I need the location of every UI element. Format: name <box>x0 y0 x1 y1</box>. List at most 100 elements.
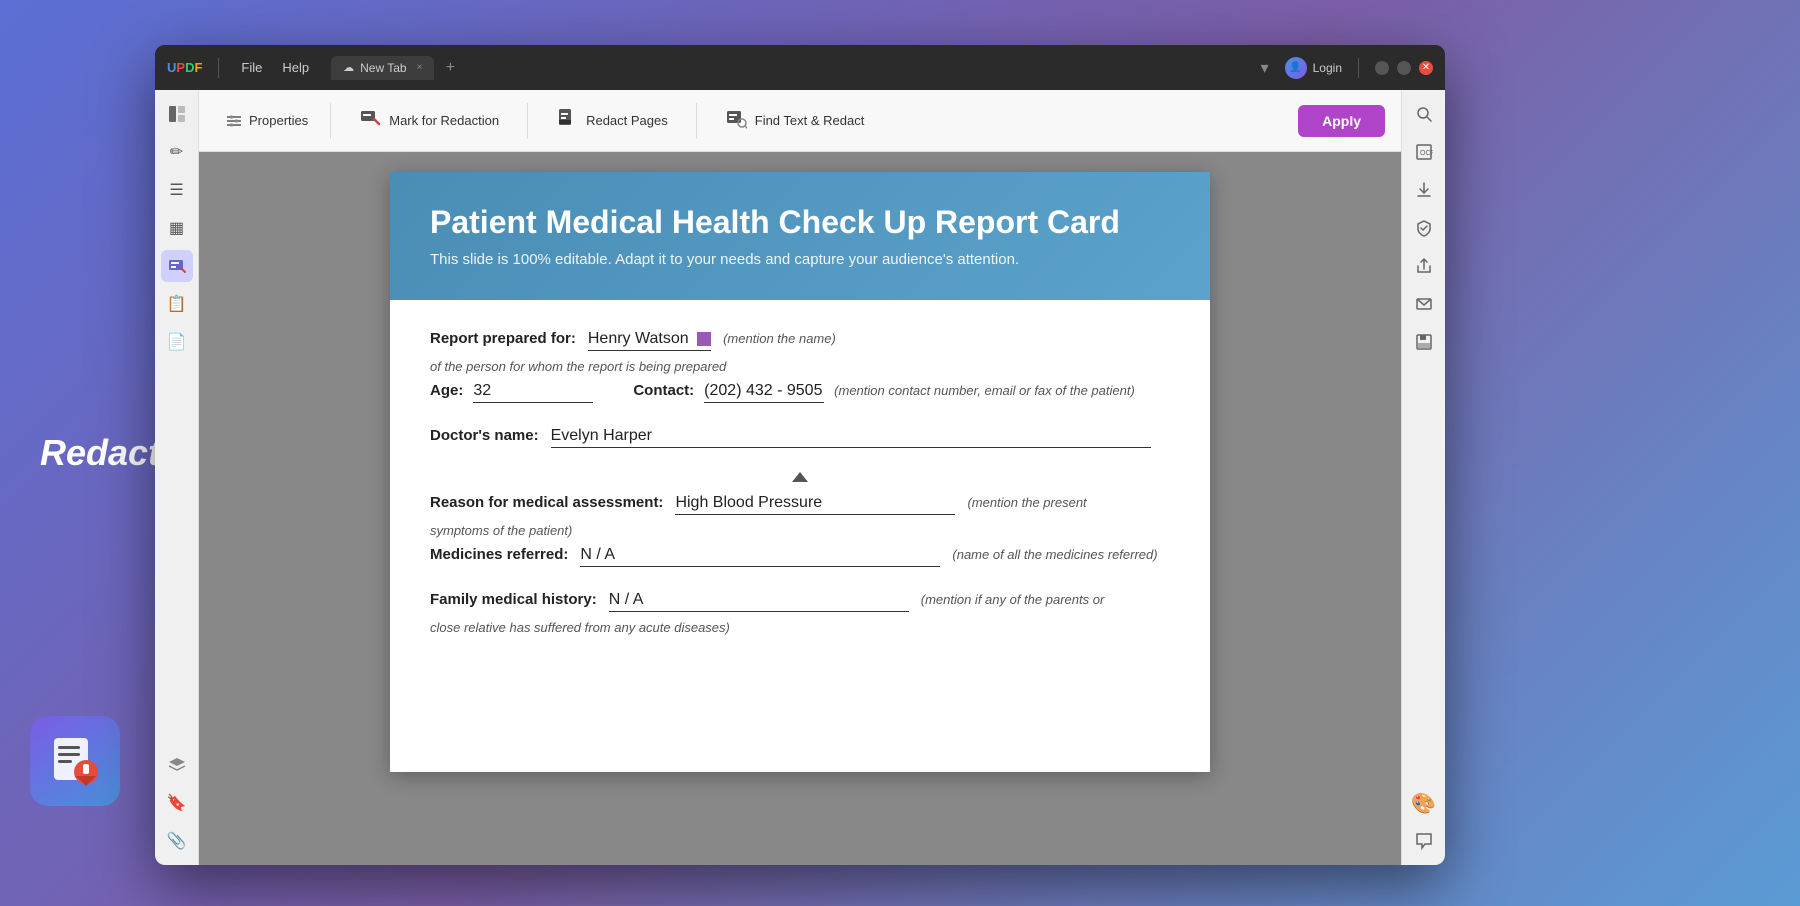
apply-button[interactable]: Apply <box>1298 105 1385 137</box>
sidebar-icon-attach[interactable]: 📎 <box>161 825 193 857</box>
toolbar-divider-2 <box>527 103 528 139</box>
right-icon-chat[interactable] <box>1408 825 1440 857</box>
family-history-hint: (mention if any of the parents or <box>921 592 1105 607</box>
menu-help[interactable]: Help <box>276 58 315 77</box>
age-value: 32 <box>473 382 593 403</box>
center-panel: Properties Mark for Redaction <box>199 90 1401 865</box>
right-icon-download[interactable] <box>1408 174 1440 206</box>
user-avatar: 👤 <box>1285 57 1307 79</box>
pdf-area[interactable]: Patient Medical Health Check Up Report C… <box>199 152 1401 865</box>
medicines-label: Medicines referred: <box>430 546 568 563</box>
form-row-age-contact: Age: 32 Contact: (202) 432 - 9505 (menti… <box>430 382 1170 403</box>
reason-label: Reason for medical assessment: <box>430 494 663 511</box>
tab-bar: ☁ New Tab × + <box>331 56 1252 80</box>
mark-redaction-label: Mark for Redaction <box>389 113 499 128</box>
form-row-prepared-for: Report prepared for: Henry Watson (menti… <box>430 330 1170 351</box>
tab-close-btn[interactable]: × <box>417 62 423 73</box>
mark-redaction-icon <box>359 107 381 134</box>
pdf-subtitle: This slide is 100% editable. Adapt it to… <box>430 251 1170 268</box>
scroll-indicator <box>792 472 808 482</box>
redact-pages-label: Redact Pages <box>586 113 668 128</box>
tab-cloud-icon: ☁ <box>343 61 354 74</box>
redact-pages-icon <box>556 107 578 134</box>
right-icon-email[interactable] <box>1408 288 1440 320</box>
family-history-value: N / A <box>609 591 909 612</box>
left-sidebar: ✏ ☰ ▦ 📋 📄 🔖 📎 <box>155 90 199 865</box>
right-icon-secure[interactable] <box>1408 212 1440 244</box>
right-icon-share[interactable] <box>1408 250 1440 282</box>
sidebar-icon-layers[interactable] <box>161 749 193 781</box>
contact-group: Contact: (202) 432 - 9505 (mention conta… <box>633 382 1134 403</box>
form-row-medicines: Medicines referred: N / A (name of all t… <box>430 546 1170 567</box>
doctor-value: Evelyn Harper <box>551 427 1151 448</box>
svg-text:OCR: OCR <box>1420 150 1433 157</box>
sidebar-icon-redact[interactable] <box>161 250 193 282</box>
find-text-redact-btn[interactable]: Find Text & Redact <box>709 99 881 142</box>
contact-value: (202) 432 - 9505 <box>704 382 824 403</box>
tab-dropdown[interactable]: ▾ <box>1261 58 1269 78</box>
login-button[interactable]: 👤 Login <box>1285 57 1342 79</box>
pdf-header: Patient Medical Health Check Up Report C… <box>390 172 1210 300</box>
age-group: Age: 32 <box>430 382 593 403</box>
toolbar-divider-1 <box>330 103 331 139</box>
titlebar-controls: 👤 Login — □ ✕ <box>1285 57 1433 79</box>
right-icon-save[interactable] <box>1408 326 1440 358</box>
redact-pages-btn[interactable]: Redact Pages <box>540 99 684 142</box>
pdf-form: Report prepared for: Henry Watson (menti… <box>390 300 1210 673</box>
window-maximize-btn[interactable]: □ <box>1397 61 1411 75</box>
find-text-redact-label: Find Text & Redact <box>755 113 865 128</box>
tab-add-btn[interactable]: + <box>438 56 462 80</box>
reason-hint: (mention the present <box>967 495 1086 510</box>
medicines-hint: (name of all the medicines referred) <box>952 547 1157 562</box>
pdf-page: Patient Medical Health Check Up Report C… <box>390 172 1210 772</box>
sidebar-icon-bookmark[interactable]: 🔖 <box>161 787 193 819</box>
sidebar-icon-pages[interactable]: ▦ <box>161 212 193 244</box>
form-row-doctor: Doctor's name: Evelyn Harper <box>430 427 1170 448</box>
pdf-title: Patient Medical Health Check Up Report C… <box>430 204 1170 241</box>
login-label: Login <box>1313 61 1342 75</box>
age-label: Age: <box>430 382 463 399</box>
reason-value: High Blood Pressure <box>675 494 955 515</box>
window-minimize-btn[interactable]: — <box>1375 61 1389 75</box>
family-history-label: Family medical history: <box>430 591 597 608</box>
mark-for-redaction-btn[interactable]: Mark for Redaction <box>343 99 515 142</box>
titlebar-divider-2 <box>1358 58 1359 78</box>
prepared-for-hint: (mention the name) <box>723 331 836 346</box>
doctor-label: Doctor's name: <box>430 427 539 444</box>
properties-btn[interactable]: Properties <box>215 106 318 136</box>
app-icon <box>30 716 120 806</box>
prepared-for-label: Report prepared for: <box>430 330 576 347</box>
family-history-subtext: close relative has suffered from any acu… <box>430 620 1170 635</box>
right-icon-search[interactable] <box>1408 98 1440 130</box>
contact-label: Contact: <box>633 382 694 399</box>
window-close-btn[interactable]: ✕ <box>1419 61 1433 75</box>
prepared-for-value: Henry Watson <box>588 330 711 351</box>
toolbar: Properties Mark for Redaction <box>199 90 1401 152</box>
titlebar-divider-1 <box>218 58 219 78</box>
redaction-marker <box>697 332 711 346</box>
reason-subtext: symptoms of the patient) <box>430 523 1170 538</box>
sidebar-icon-comment[interactable]: ☰ <box>161 174 193 206</box>
right-icon-ocr[interactable]: OCR <box>1408 136 1440 168</box>
sidebar-icon-forms[interactable]: 📋 <box>161 288 193 320</box>
menu-file[interactable]: File <box>235 58 268 77</box>
form-row-reason: Reason for medical assessment: High Bloo… <box>430 494 1170 515</box>
main-window: UPDF File Help ☁ New Tab × + ▾ 👤 Login —… <box>155 45 1445 865</box>
sidebar-icon-panel[interactable] <box>161 98 193 130</box>
sidebar-icon-organize[interactable]: 📄 <box>161 326 193 358</box>
contact-hint: (mention contact number, email or fax of… <box>834 383 1135 398</box>
find-text-redact-icon <box>725 107 747 134</box>
tab-new-tab[interactable]: ☁ New Tab × <box>331 56 434 80</box>
prepared-for-subtext: of the person for whom the report is bei… <box>430 359 1170 374</box>
updf-logo: UPDF <box>167 60 202 75</box>
properties-icon <box>225 112 243 130</box>
titlebar: UPDF File Help ☁ New Tab × + ▾ 👤 Login —… <box>155 45 1445 90</box>
form-row-family-history: Family medical history: N / A (mention i… <box>430 591 1170 612</box>
redact-side-label: Redact <box>40 432 160 474</box>
sidebar-icon-edit[interactable]: ✏ <box>161 136 193 168</box>
main-area: ✏ ☰ ▦ 📋 📄 🔖 📎 <box>155 90 1445 865</box>
tab-label: New Tab <box>360 61 406 75</box>
toolbar-divider-3 <box>696 103 697 139</box>
medicines-value: N / A <box>580 546 940 567</box>
right-icon-color[interactable]: 🎨 <box>1408 787 1440 819</box>
